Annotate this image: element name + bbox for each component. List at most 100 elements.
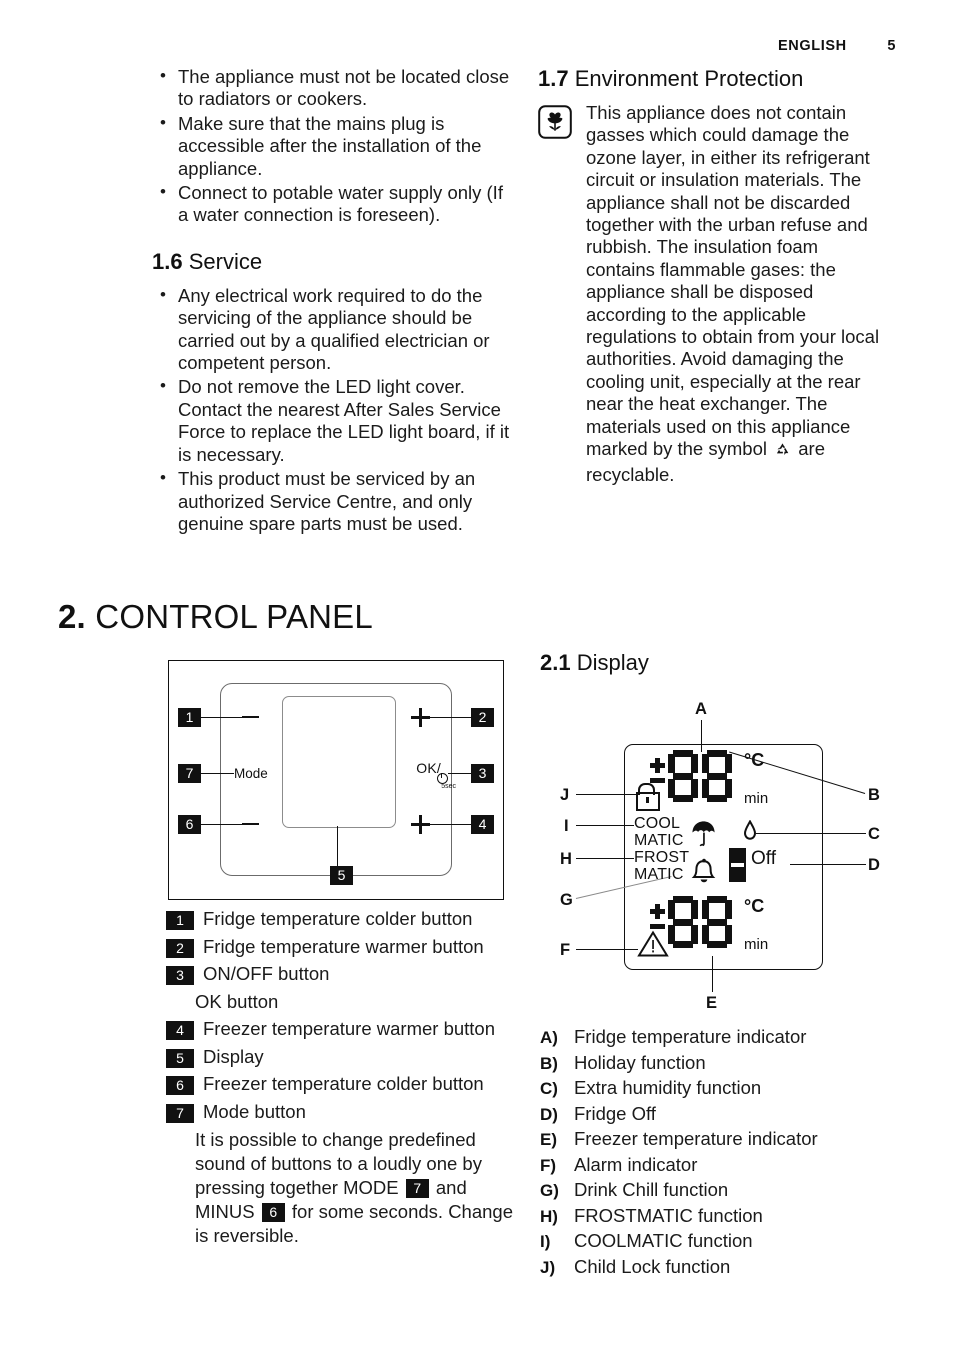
plus-minus-icon-bottom bbox=[650, 902, 665, 932]
fridge-off-label: Off bbox=[751, 848, 776, 869]
legend-key: D) bbox=[540, 1104, 558, 1124]
callout-1: 1 bbox=[178, 708, 201, 727]
legend-label: Mode button bbox=[203, 1100, 306, 1122]
legend-label: Freezer temperature colder button bbox=[203, 1073, 484, 1094]
legend-key: A) bbox=[540, 1028, 558, 1047]
leader-line-2 bbox=[430, 717, 474, 719]
environment-block: This appliance does not contain gasses w… bbox=[538, 102, 898, 486]
leader-line-E bbox=[712, 956, 714, 992]
service-bullet-list: Any electrical work required to do the s… bbox=[152, 284, 514, 535]
fridge-off-icon bbox=[729, 848, 746, 882]
legend-key: I) bbox=[540, 1232, 551, 1251]
list-item: 4 Freezer temperature warmer button bbox=[166, 1018, 518, 1040]
list-item: This product must be serviced by an auth… bbox=[152, 467, 514, 535]
callout-A: A bbox=[695, 700, 707, 718]
list-item: J) Child Lock function bbox=[540, 1256, 900, 1278]
legend-label: Fridge temperature warmer button bbox=[203, 935, 484, 957]
legend-label: Display bbox=[203, 1045, 264, 1067]
frostmatic-label-line1: FROST bbox=[634, 849, 690, 866]
leader-line-A bbox=[701, 720, 703, 752]
page-title: 2. CONTROL PANEL bbox=[58, 598, 373, 636]
warning-triangle-icon bbox=[637, 930, 669, 963]
service-heading-number: 1.6 bbox=[152, 248, 183, 274]
service-heading: 1.6 Service bbox=[152, 249, 514, 275]
ok-hold-seconds: 5sec bbox=[441, 783, 456, 790]
chapter-number: 2. bbox=[58, 598, 86, 635]
safety-bullet-list: The appliance must not be located close … bbox=[152, 65, 514, 227]
coolmatic-label-line2: MATIC bbox=[634, 832, 684, 849]
min-unit-bottom: min bbox=[744, 936, 769, 953]
leader-line-5 bbox=[337, 826, 339, 868]
callout-J: J bbox=[560, 786, 570, 804]
legend-badge: 3 bbox=[166, 966, 194, 985]
callout-3: 3 bbox=[471, 764, 494, 783]
list-item: G) Drink Chill function bbox=[540, 1179, 900, 1201]
legend-label: Fridge temperature colder button bbox=[203, 908, 473, 929]
celsius-unit-top: °C bbox=[744, 750, 765, 770]
mode-button-label[interactable]: Mode bbox=[234, 766, 268, 781]
chapter-title: CONTROL PANEL bbox=[95, 598, 373, 635]
frostmatic-label-line2: MATIC bbox=[634, 866, 684, 883]
list-item: 1 Fridge temperature colder button bbox=[166, 908, 518, 930]
seven-segment-digit bbox=[668, 750, 698, 802]
page-number: 5 bbox=[887, 38, 896, 54]
freezer-colder-symbol[interactable] bbox=[242, 823, 259, 826]
fridge-temperature-indicator bbox=[668, 750, 732, 802]
list-item: I) COOLMATIC function bbox=[540, 1230, 900, 1252]
legend-key: B) bbox=[540, 1053, 558, 1073]
list-item: 3 ON/OFF button bbox=[166, 963, 518, 985]
note-badge-minus: 6 bbox=[261, 1203, 285, 1222]
display-legend: A) Fridge temperature indicator B) Holid… bbox=[540, 1026, 900, 1281]
environment-text-before: This appliance does not contain gasses w… bbox=[586, 102, 880, 460]
callout-H: H bbox=[560, 850, 572, 868]
legend-label: Extra humidity function bbox=[574, 1077, 762, 1098]
celsius-unit-bottom: °C bbox=[744, 896, 765, 916]
callout-6: 6 bbox=[178, 815, 201, 834]
service-heading-title: Service bbox=[188, 248, 263, 274]
freezer-temperature-indicator bbox=[668, 896, 732, 948]
legend-label: COOLMATIC function bbox=[574, 1230, 753, 1251]
callout-E: E bbox=[706, 994, 718, 1012]
list-item: Make sure that the mains plug is accessi… bbox=[152, 112, 514, 180]
leader-line-4 bbox=[430, 824, 474, 826]
callout-C: C bbox=[868, 825, 880, 843]
header-language: ENGLISH bbox=[778, 38, 847, 54]
display-heading-number: 2.1 bbox=[540, 650, 571, 675]
left-column: The appliance must not be located close … bbox=[152, 65, 514, 536]
ok-button-label[interactable]: OK/ bbox=[416, 760, 441, 776]
leader-line-J bbox=[576, 794, 638, 796]
legend-key: H) bbox=[540, 1206, 558, 1226]
list-item: A) Fridge temperature indicator bbox=[540, 1026, 900, 1048]
list-item: Connect to potable water supply only (If… bbox=[152, 181, 514, 227]
callout-D: D bbox=[868, 856, 880, 874]
list-item: 7 Mode button bbox=[166, 1101, 518, 1123]
list-item: 5 Display bbox=[166, 1046, 518, 1068]
recycling-icon bbox=[774, 441, 791, 463]
freezer-warmer-symbol[interactable] bbox=[411, 815, 430, 834]
fridge-colder-symbol[interactable] bbox=[242, 716, 259, 719]
leader-line-F bbox=[576, 949, 638, 951]
control-panel-legend: 1 Fridge temperature colder button 2 Fri… bbox=[166, 908, 518, 1248]
leader-line-6 bbox=[200, 824, 242, 826]
bell-icon bbox=[691, 858, 717, 891]
callout-F: F bbox=[560, 941, 571, 959]
callout-5: 5 bbox=[330, 866, 353, 885]
coolmatic-label-line1: COOL bbox=[634, 815, 681, 832]
legend-label: ON/OFF button bbox=[203, 963, 330, 984]
legend-badge: 6 bbox=[166, 1076, 194, 1095]
list-item: The appliance must not be located close … bbox=[152, 65, 514, 111]
tulip-icon bbox=[538, 105, 572, 139]
legend-key: E) bbox=[540, 1130, 557, 1149]
environment-heading: 1.7 Environment Protection bbox=[538, 66, 898, 92]
legend-key: C) bbox=[540, 1079, 558, 1098]
legend-label: Fridge temperature indicator bbox=[574, 1026, 807, 1047]
list-item: H) FROSTMATIC function bbox=[540, 1205, 900, 1227]
callout-7: 7 bbox=[178, 764, 201, 783]
display-heading: 2.1 Display bbox=[540, 650, 649, 676]
callout-2: 2 bbox=[471, 708, 494, 727]
list-item: F) Alarm indicator bbox=[540, 1154, 900, 1176]
legend-label: FROSTMATIC function bbox=[574, 1204, 763, 1226]
fridge-warmer-symbol[interactable] bbox=[411, 708, 430, 727]
callout-I: I bbox=[564, 817, 569, 835]
seven-segment-digit bbox=[702, 896, 732, 948]
